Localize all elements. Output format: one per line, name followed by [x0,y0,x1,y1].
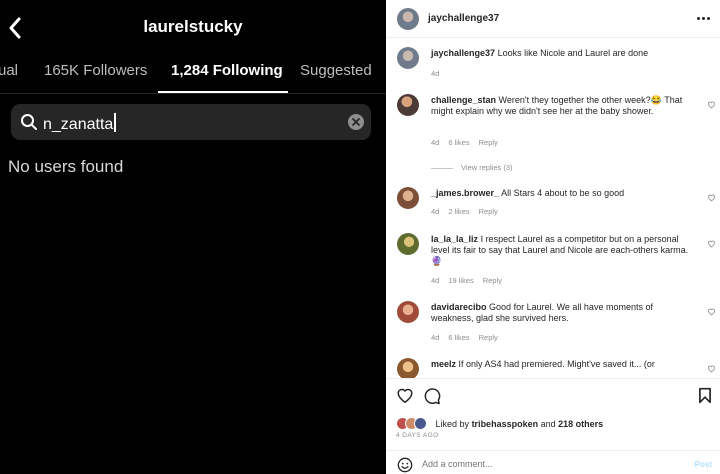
screenshot: laurelstucky ual 165K Followers 1,284 Fo… [0,0,720,474]
text-caret [114,113,116,132]
comment-text: Looks like Nicole and Laurel are done [497,48,649,58]
reply-button[interactable]: Reply [483,276,502,285]
avatar [414,417,427,430]
liked-by-others[interactable]: 218 others [558,419,603,429]
comment-icon[interactable] [423,387,441,407]
reply-button[interactable]: Reply [479,207,498,216]
heart-icon[interactable] [707,100,716,111]
search-input[interactable]: n_zanatta [11,104,371,140]
add-comment-bar: Post [386,450,720,474]
emoji-icon[interactable] [397,457,413,474]
comment-time: 4d [431,138,440,147]
avatar[interactable] [397,8,419,30]
empty-state-message: No users found [8,157,124,176]
comment-likes[interactable]: 6 likes [448,333,469,342]
liked-by-prefix: Liked by [435,419,470,429]
more-icon[interactable] [695,17,710,20]
comment-likes[interactable]: 19 likes [448,276,473,285]
avatar[interactable] [397,187,419,209]
tab-bar: ual 165K Followers 1,284 Following Sugge… [0,60,386,94]
comment-user[interactable]: davidarecibo [431,302,487,312]
liked-by: Liked by tribehasspoken and 218 others [396,417,603,430]
tab-following[interactable]: 1,284 Following [171,62,283,79]
post-author[interactable]: jaychallenge37 [428,13,499,24]
avatar[interactable] [397,358,419,380]
search-icon [19,112,39,137]
replies-divider [431,167,453,169]
post-timestamp: 4 DAYS AGO [396,432,439,439]
search-value: n_zanatta [43,116,114,133]
clear-icon[interactable] [347,113,365,136]
avatar[interactable] [397,233,419,255]
avatar[interactable] [397,301,419,323]
comment-user[interactable]: la_la_la_liz [431,234,478,244]
heart-icon[interactable] [707,239,716,250]
tab-suggested[interactable]: Suggested [300,62,372,79]
profile-username: laurelstucky [143,17,243,36]
comment-time: 4d [431,207,440,216]
following-panel: laurelstucky ual 165K Followers 1,284 Fo… [0,0,386,474]
avatar[interactable] [397,94,419,116]
view-replies-label: View replies (3) [461,163,513,172]
comment-time: 4d [431,276,440,285]
liked-by-user[interactable]: tribehasspoken [472,419,539,429]
comment-user[interactable]: jaychallenge37 [431,48,495,58]
comment-user[interactable]: _james.brower_ [431,188,499,198]
tab-mutual[interactable]: ual [0,62,18,79]
comment-likes[interactable]: 6 likes [448,138,469,147]
post-header: jaychallenge37 [386,0,720,38]
comment-input[interactable] [422,459,622,469]
comment-text: All Stars 4 about to be so good [501,188,625,198]
comment-likes[interactable]: 2 likes [448,207,469,216]
reply-button[interactable]: Reply [479,333,498,342]
active-tab-indicator [158,91,288,93]
liked-avatars [396,417,430,430]
comment-time: 4d [431,69,440,78]
tab-followers[interactable]: 165K Followers [44,62,147,79]
liked-by-joiner: and [540,419,556,429]
comment-text: If only AS4 had premiered. Might've save… [458,359,655,369]
reply-button[interactable]: Reply [479,138,498,147]
heart-icon[interactable] [707,307,716,318]
heart-icon[interactable] [396,387,414,406]
view-replies-link[interactable]: View replies (3) [431,163,513,172]
post-comments-panel: jaychallenge37 jaychallenge37 Looks like… [386,0,720,474]
bookmark-icon[interactable] [698,387,712,406]
comment-user[interactable]: challenge_stan [431,95,496,105]
heart-icon[interactable] [707,364,716,375]
post-button[interactable]: Post [695,460,712,469]
comment-user[interactable]: meelz [431,359,456,369]
heart-icon[interactable] [707,193,716,204]
avatar[interactable] [397,47,419,69]
comment-time: 4d [431,333,440,342]
post-actions: Liked by tribehasspoken and 218 others 4… [386,378,720,439]
